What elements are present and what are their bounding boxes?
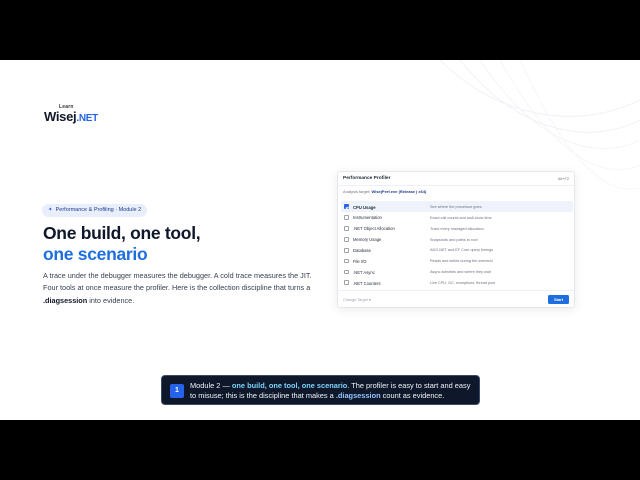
checkbox[interactable]: [344, 258, 349, 264]
analysis-target[interactable]: Analysis target: WisejPerf.exe (Release …: [343, 189, 426, 194]
page-title: One build, one tool, one scenario: [43, 223, 201, 265]
checkbox[interactable]: [344, 269, 349, 275]
profiler-shortcut: Alt+F2: [557, 176, 569, 181]
tool-name: .NET Counters: [353, 280, 381, 286]
logo-wordmark: Wisej: [44, 109, 77, 124]
intro-part1: A trace under the debugger measures the …: [43, 271, 312, 293]
tool-row-cpu-usage[interactable]: CPU Usage See where the processor goes: [341, 201, 573, 212]
intro-part2: into evidence.: [87, 295, 135, 305]
tool-name: Instrumentation: [353, 215, 382, 221]
title-line-2: one scenario: [43, 244, 148, 264]
letterbox-top: [0, 0, 640, 60]
module-pill-label: Performance & Profiling · Module 2: [55, 207, 142, 213]
performance-profiler-window: Performance Profiler Alt+F2 Analysis tar…: [337, 171, 575, 308]
caption-step-badge: 1: [170, 384, 184, 398]
checkbox[interactable]: [344, 204, 349, 209]
caption-prefix: Module 2 —: [190, 380, 232, 390]
caption-highlight-2: .diagsession: [335, 391, 381, 400]
tool-row-object-allocation[interactable]: .NET Object Allocation Track every manage…: [341, 223, 573, 234]
analysis-target-label: Analysis target:: [343, 189, 371, 194]
intro-paragraph: A trace under the debugger measures the …: [43, 270, 318, 307]
tool-desc: Exact call counts and wall-clock time: [430, 215, 492, 220]
tool-name: Memory Usage: [353, 237, 382, 243]
tool-name: .NET Async: [353, 269, 375, 275]
tool-desc: See where the processor goes: [430, 204, 482, 209]
intro-bold: .diagsession: [43, 295, 88, 305]
logo-net-suffix: .NET: [76, 113, 98, 124]
tool-desc: Reads and writes during the scenario: [430, 259, 493, 264]
analysis-target-value: WisejPerf.exe (Release | x64): [371, 189, 427, 194]
checkbox[interactable]: [344, 236, 349, 242]
tool-desc: Live CPU, GC, exceptions, thread pool: [430, 281, 496, 286]
title-line-1: One build, one tool,: [43, 223, 201, 243]
start-button[interactable]: Start: [548, 295, 569, 304]
profiler-title: Performance Profiler: [343, 176, 391, 181]
logo-name: Wisej.NET: [44, 109, 98, 124]
tool-row-net-counters[interactable]: .NET Counters Live CPU, GC, exceptions, t…: [341, 277, 573, 288]
checkbox[interactable]: [344, 280, 349, 286]
checkbox[interactable]: [344, 225, 349, 231]
caption-highlight: one build, one tool, one scenario: [231, 380, 348, 390]
tool-row-file-io[interactable]: File I/O Reads and writes during the scen…: [341, 255, 573, 266]
tool-name: Database: [353, 248, 371, 254]
tool-row-instrumentation[interactable]: Instrumentation Exact call counts and wal…: [341, 212, 573, 223]
tool-desc: Track every managed allocation: [430, 226, 484, 231]
caption-text: Module 2 — one build, one tool, one scen…: [190, 381, 476, 402]
checkbox[interactable]: [344, 215, 349, 220]
module-pill: ✦ Performance & Profiling · Module 2: [42, 204, 148, 217]
tool-row-net-async[interactable]: .NET Async Async activities and where the…: [341, 266, 573, 277]
checkbox[interactable]: [344, 247, 349, 253]
tool-desc: Async activities and where they wait: [430, 270, 491, 275]
tool-desc: ADO.NET and EF Core query timings: [430, 248, 494, 253]
profiler-header: Performance Profiler Alt+F2: [338, 172, 574, 186]
tool-name: CPU Usage: [353, 204, 376, 210]
profiler-footer: Change Target ▾ Start: [338, 290, 574, 307]
caption-suffix: count as evidence.: [380, 391, 445, 400]
tool-desc: Snapshots and paths to root: [430, 237, 478, 242]
change-target-dropdown[interactable]: Change Target ▾: [343, 297, 371, 302]
letterbox-bottom: [0, 420, 640, 480]
caption-bar: 1 Module 2 — one build, one tool, one sc…: [161, 375, 480, 405]
tool-name: File I/O: [353, 259, 367, 265]
tool-row-database[interactable]: Database ADO.NET and EF Core query timing…: [341, 245, 573, 256]
wisej-logo: Learn Wisej.NET: [44, 104, 144, 134]
tool-name: .NET Object Allocation: [353, 226, 395, 232]
tool-row-memory-usage[interactable]: Memory Usage Snapshots and paths to root: [341, 234, 573, 245]
sparkle-icon: ✦: [48, 207, 53, 213]
tool-list: CPU Usage See where the processor goes In…: [341, 201, 573, 288]
